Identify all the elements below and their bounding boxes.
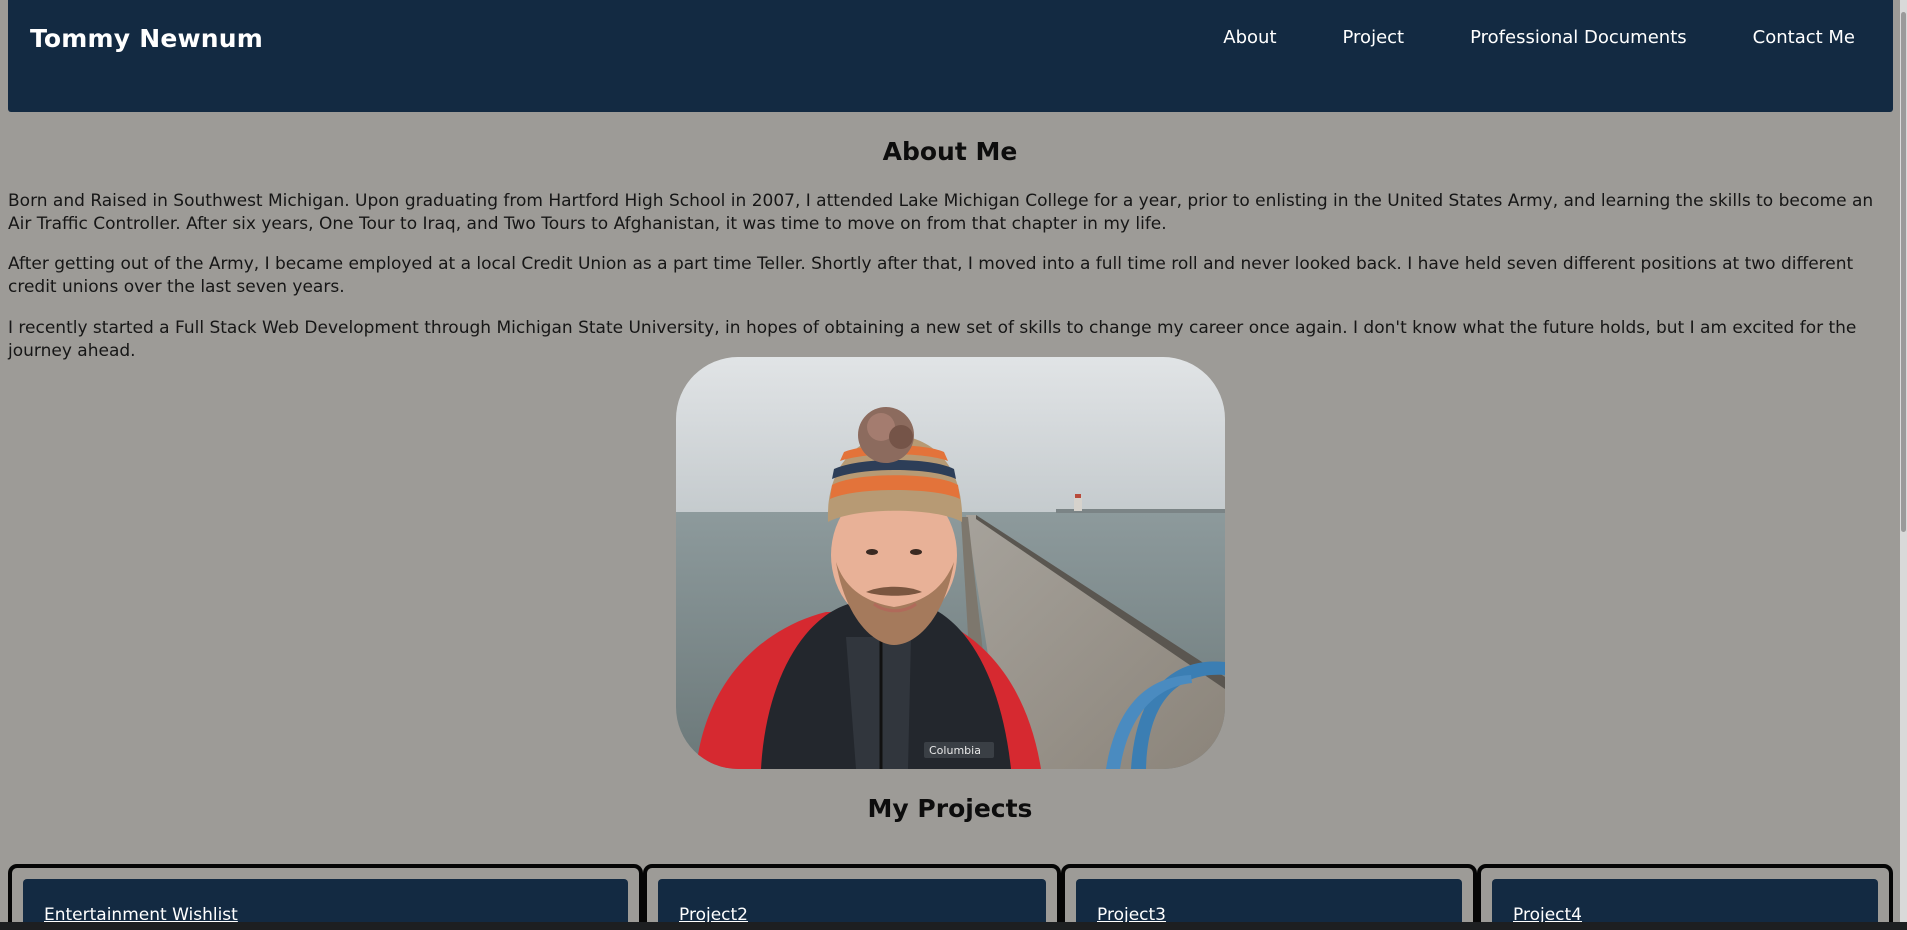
- nav-project[interactable]: Project: [1343, 27, 1405, 48]
- scrollbar-thumb[interactable]: [1901, 12, 1906, 532]
- about-paragraph-1: Born and Raised in Southwest Michigan. U…: [8, 191, 1874, 234]
- project-card: Project2: [643, 864, 1061, 930]
- nav-about[interactable]: About: [1223, 27, 1276, 48]
- taskbar-strip: [0, 922, 1907, 930]
- about-heading: About Me: [882, 137, 1018, 166]
- projects-grid: Entertainment Wishlist Project2 Project3…: [8, 864, 1893, 930]
- project-card: Project3: [1061, 864, 1477, 930]
- main-nav: About Project Professional Documents Con…: [1157, 27, 1855, 48]
- svg-text:Columbia: Columbia: [929, 744, 981, 757]
- site-header: Tommy Newnum About Project Professional …: [8, 0, 1893, 112]
- profile-photo: Columbia: [676, 357, 1225, 769]
- profile-photo-image: Columbia: [676, 357, 1225, 769]
- project-card: Project4: [1477, 864, 1893, 930]
- site-brand[interactable]: Tommy Newnum: [30, 24, 263, 53]
- nav-professional-documents[interactable]: Professional Documents: [1470, 27, 1687, 48]
- page-scrollbar[interactable]: [1900, 0, 1907, 922]
- about-paragraph-2: After getting out of the Army, I became …: [8, 254, 1854, 297]
- nav-contact-me[interactable]: Contact Me: [1753, 27, 1855, 48]
- project-card: Entertainment Wishlist: [8, 864, 643, 930]
- projects-heading: My Projects: [867, 794, 1033, 823]
